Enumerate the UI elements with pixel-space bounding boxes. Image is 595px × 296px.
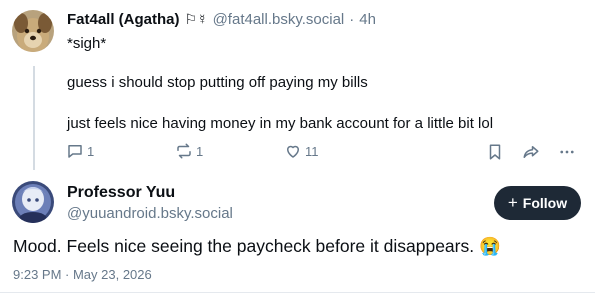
parent-time-ago[interactable]: 4h (359, 11, 376, 28)
parent-post-line-3: just feels nice having money in my bank … (67, 115, 494, 132)
main-post-body: Mood. Feels nice seeing the paycheck bef… (13, 236, 475, 256)
like-count: 11 (305, 143, 319, 159)
crying-emoji-icon: 😭 (478, 236, 501, 256)
avatar-professor-yuu[interactable] (12, 181, 54, 223)
more-icon (560, 150, 574, 154)
reply-button[interactable]: 1 (66, 142, 94, 160)
name-flags-icon: ⚐☿ (184, 11, 208, 27)
main-post-text: Mood. Feels nice seeing the paycheck bef… (13, 236, 501, 257)
reply-count: 1 (87, 143, 95, 159)
bookmark-button[interactable] (486, 143, 504, 166)
plus-icon: + (507, 193, 518, 212)
like-button[interactable]: 11 (284, 142, 319, 160)
reply-icon (68, 145, 82, 158)
bottom-divider (0, 292, 595, 293)
parent-handle[interactable]: @fat4all.bsky.social (213, 11, 345, 28)
share-icon (523, 146, 539, 158)
share-button[interactable] (522, 143, 540, 166)
post-timestamp[interactable]: 9:23 PM · May 23, 2026 (13, 267, 152, 282)
repost-icon (177, 143, 191, 159)
heart-icon (287, 145, 299, 158)
parent-post-line-2: guess i should stop putting off paying m… (67, 74, 368, 91)
follow-button[interactable]: + Follow (494, 186, 581, 220)
parent-post-header: Fat4all (Agatha) ⚐☿ @fat4all.bsky.social… (67, 11, 376, 28)
parent-display-name[interactable]: Fat4all (Agatha) (67, 11, 180, 28)
bookmark-icon (489, 144, 501, 160)
main-display-name[interactable]: Professor Yuu (67, 184, 175, 202)
repost-count: 1 (196, 143, 204, 159)
thread-line (33, 66, 35, 170)
separator: · (349, 11, 355, 28)
repost-button[interactable]: 1 (175, 142, 203, 160)
follow-label: Follow (522, 195, 568, 211)
more-options-button[interactable] (558, 143, 576, 166)
main-handle[interactable]: @yuuandroid.bsky.social (67, 205, 233, 222)
avatar-fat4all[interactable] (12, 10, 54, 52)
parent-post-line-1: *sigh* (67, 35, 107, 52)
